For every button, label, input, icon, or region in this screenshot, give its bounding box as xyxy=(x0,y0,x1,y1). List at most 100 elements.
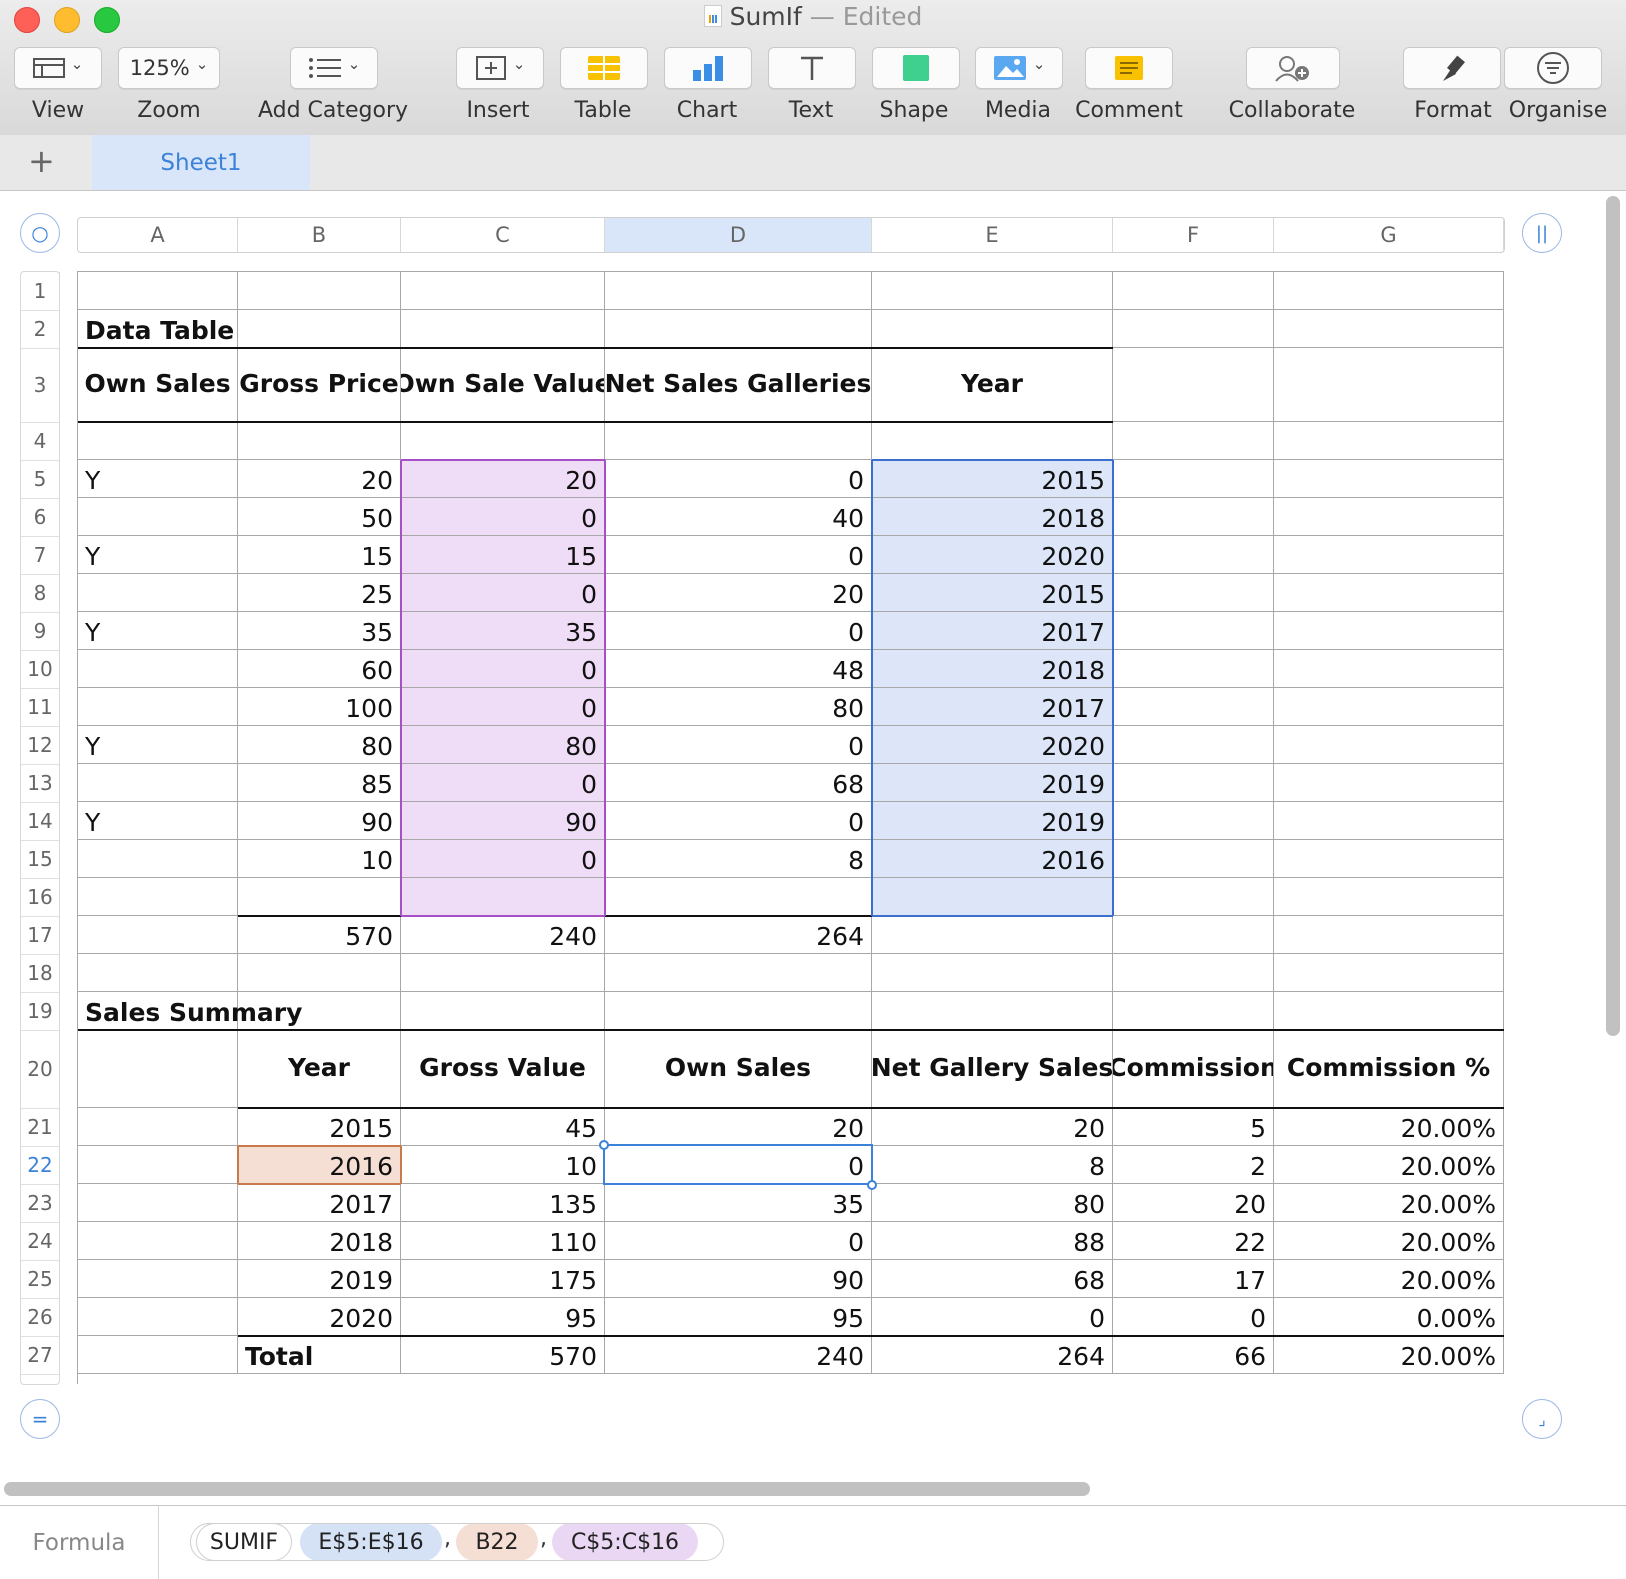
collaborate-button[interactable] xyxy=(1246,47,1340,89)
table-cell-c17[interactable]: 240 xyxy=(401,916,605,954)
table-cell-e14[interactable]: 2019 xyxy=(872,802,1113,840)
table-cell-g24[interactable]: 20.00% xyxy=(1274,1222,1504,1260)
table-cell-b12[interactable]: 80 xyxy=(238,726,401,764)
table-cell-a2[interactable]: Data Table xyxy=(78,310,238,348)
table-cell-b21[interactable]: 2015 xyxy=(238,1108,401,1146)
table-cell-g27[interactable]: 20.00% xyxy=(1274,1336,1504,1374)
add-sheet-button[interactable]: + xyxy=(28,143,55,179)
empty-cell-b16[interactable] xyxy=(238,878,401,916)
row-header-25[interactable]: 25 xyxy=(21,1260,60,1299)
table-cell-f20[interactable]: Commission xyxy=(1113,1030,1274,1108)
table-cell-f25[interactable]: 17 xyxy=(1113,1260,1274,1298)
column-header-b[interactable]: B xyxy=(238,218,401,252)
row-header-8[interactable]: 8 xyxy=(21,574,60,613)
select-table-handle[interactable]: ○ xyxy=(20,213,60,253)
table-cell-e13[interactable]: 2019 xyxy=(872,764,1113,802)
empty-cell-g3[interactable] xyxy=(1274,348,1504,422)
table-cell-b9[interactable]: 35 xyxy=(238,612,401,650)
empty-cell-g15[interactable] xyxy=(1274,840,1504,878)
row-header-12[interactable]: 12 xyxy=(21,726,60,765)
empty-cell-f13[interactable] xyxy=(1113,764,1274,802)
table-cell-c26[interactable]: 95 xyxy=(401,1298,605,1336)
view-button[interactable]: ⌄ xyxy=(14,47,102,89)
table-cell-e10[interactable]: 2018 xyxy=(872,650,1113,688)
table-cell-c10[interactable]: 0 xyxy=(401,650,605,688)
empty-cell-d19[interactable] xyxy=(605,992,872,1030)
table-cell-a3[interactable]: Own Sales xyxy=(78,348,238,422)
empty-cell-b19[interactable] xyxy=(238,992,401,1030)
formula-arg-range-year[interactable]: E$5:E$16 xyxy=(300,1523,442,1561)
empty-cell-b4[interactable] xyxy=(238,422,401,460)
table-cell-c9[interactable]: 35 xyxy=(401,612,605,650)
empty-cell-e16[interactable] xyxy=(872,878,1113,916)
empty-cell-f18[interactable] xyxy=(1113,954,1274,992)
empty-cell-g14[interactable] xyxy=(1274,802,1504,840)
empty-cell-e19[interactable] xyxy=(872,992,1113,1030)
row-header-6[interactable]: 6 xyxy=(21,498,60,537)
row-header-1[interactable]: 1 xyxy=(21,272,60,311)
empty-cell-d4[interactable] xyxy=(605,422,872,460)
table-cell-d14[interactable]: 0 xyxy=(605,802,872,840)
empty-cell-a25[interactable] xyxy=(78,1260,238,1298)
table-cell-b17[interactable]: 570 xyxy=(238,916,401,954)
empty-cell-g4[interactable] xyxy=(1274,422,1504,460)
table-cell-b27[interactable]: Total xyxy=(238,1336,401,1374)
table-cell-d7[interactable]: 0 xyxy=(605,536,872,574)
table-cell-d11[interactable]: 80 xyxy=(605,688,872,726)
table-cell-b22[interactable]: 2016 xyxy=(238,1146,401,1184)
table-cell-b13[interactable]: 85 xyxy=(238,764,401,802)
table-cell-f23[interactable]: 20 xyxy=(1113,1184,1274,1222)
empty-cell-a22[interactable] xyxy=(78,1146,238,1184)
row-header-21[interactable]: 21 xyxy=(21,1108,60,1147)
table-cell-c12[interactable]: 80 xyxy=(401,726,605,764)
table-cell-c7[interactable]: 15 xyxy=(401,536,605,574)
row-header-22[interactable]: 22 xyxy=(21,1146,60,1185)
table-cell-c6[interactable]: 0 xyxy=(401,498,605,536)
media-button[interactable]: ⌄ xyxy=(975,47,1063,89)
table-cell-e25[interactable]: 68 xyxy=(872,1260,1113,1298)
row-header-19[interactable]: 19 xyxy=(21,992,60,1031)
table-cell-b24[interactable]: 2018 xyxy=(238,1222,401,1260)
empty-cell-f14[interactable] xyxy=(1113,802,1274,840)
row-header-3[interactable]: 3 xyxy=(21,348,60,423)
empty-cell-a1[interactable] xyxy=(78,272,238,310)
resize-table-handle[interactable]: ⌟ xyxy=(1522,1399,1562,1439)
table-cell-d26[interactable]: 95 xyxy=(605,1298,872,1336)
table-cell-c23[interactable]: 135 xyxy=(401,1184,605,1222)
empty-cell-g10[interactable] xyxy=(1274,650,1504,688)
column-header-f[interactable]: F xyxy=(1113,218,1274,252)
table-cell-c8[interactable]: 0 xyxy=(401,574,605,612)
table-cell-d3[interactable]: Net Sales Galleries xyxy=(605,348,872,422)
table-cell-d12[interactable]: 0 xyxy=(605,726,872,764)
formula-function-token[interactable]: SUMIF xyxy=(196,1523,292,1561)
empty-cell-a10[interactable] xyxy=(78,650,238,688)
table-cell-d21[interactable]: 20 xyxy=(605,1108,872,1146)
empty-cell-g11[interactable] xyxy=(1274,688,1504,726)
empty-cell-g5[interactable] xyxy=(1274,460,1504,498)
selection-handle[interactable] xyxy=(599,1140,609,1150)
table-cell-e12[interactable]: 2020 xyxy=(872,726,1113,764)
table-cell-b23[interactable]: 2017 xyxy=(238,1184,401,1222)
empty-cell-c19[interactable] xyxy=(401,992,605,1030)
table-cell-f24[interactable]: 22 xyxy=(1113,1222,1274,1260)
empty-cell-f6[interactable] xyxy=(1113,498,1274,536)
empty-cell-g18[interactable] xyxy=(1274,954,1504,992)
table-cell-d13[interactable]: 68 xyxy=(605,764,872,802)
row-header-5[interactable]: 5 xyxy=(21,460,60,499)
empty-cell-c18[interactable] xyxy=(401,954,605,992)
table-cell-e8[interactable]: 2015 xyxy=(872,574,1113,612)
empty-cell-f19[interactable] xyxy=(1113,992,1274,1030)
empty-cell-f4[interactable] xyxy=(1113,422,1274,460)
table-cell-b11[interactable]: 100 xyxy=(238,688,401,726)
table-cell-e6[interactable]: 2018 xyxy=(872,498,1113,536)
column-header-c[interactable]: C xyxy=(401,218,605,252)
table-cell-c11[interactable]: 0 xyxy=(401,688,605,726)
table-cell-d24[interactable]: 0 xyxy=(605,1222,872,1260)
table-cell-d10[interactable]: 48 xyxy=(605,650,872,688)
column-resize-handle[interactable]: || xyxy=(1522,213,1562,253)
table-cell-b10[interactable]: 60 xyxy=(238,650,401,688)
empty-cell-a4[interactable] xyxy=(78,422,238,460)
row-header-13[interactable]: 13 xyxy=(21,764,60,803)
formula-arg-range-sum[interactable]: C$5:C$16 xyxy=(552,1523,698,1561)
empty-cell-g8[interactable] xyxy=(1274,574,1504,612)
